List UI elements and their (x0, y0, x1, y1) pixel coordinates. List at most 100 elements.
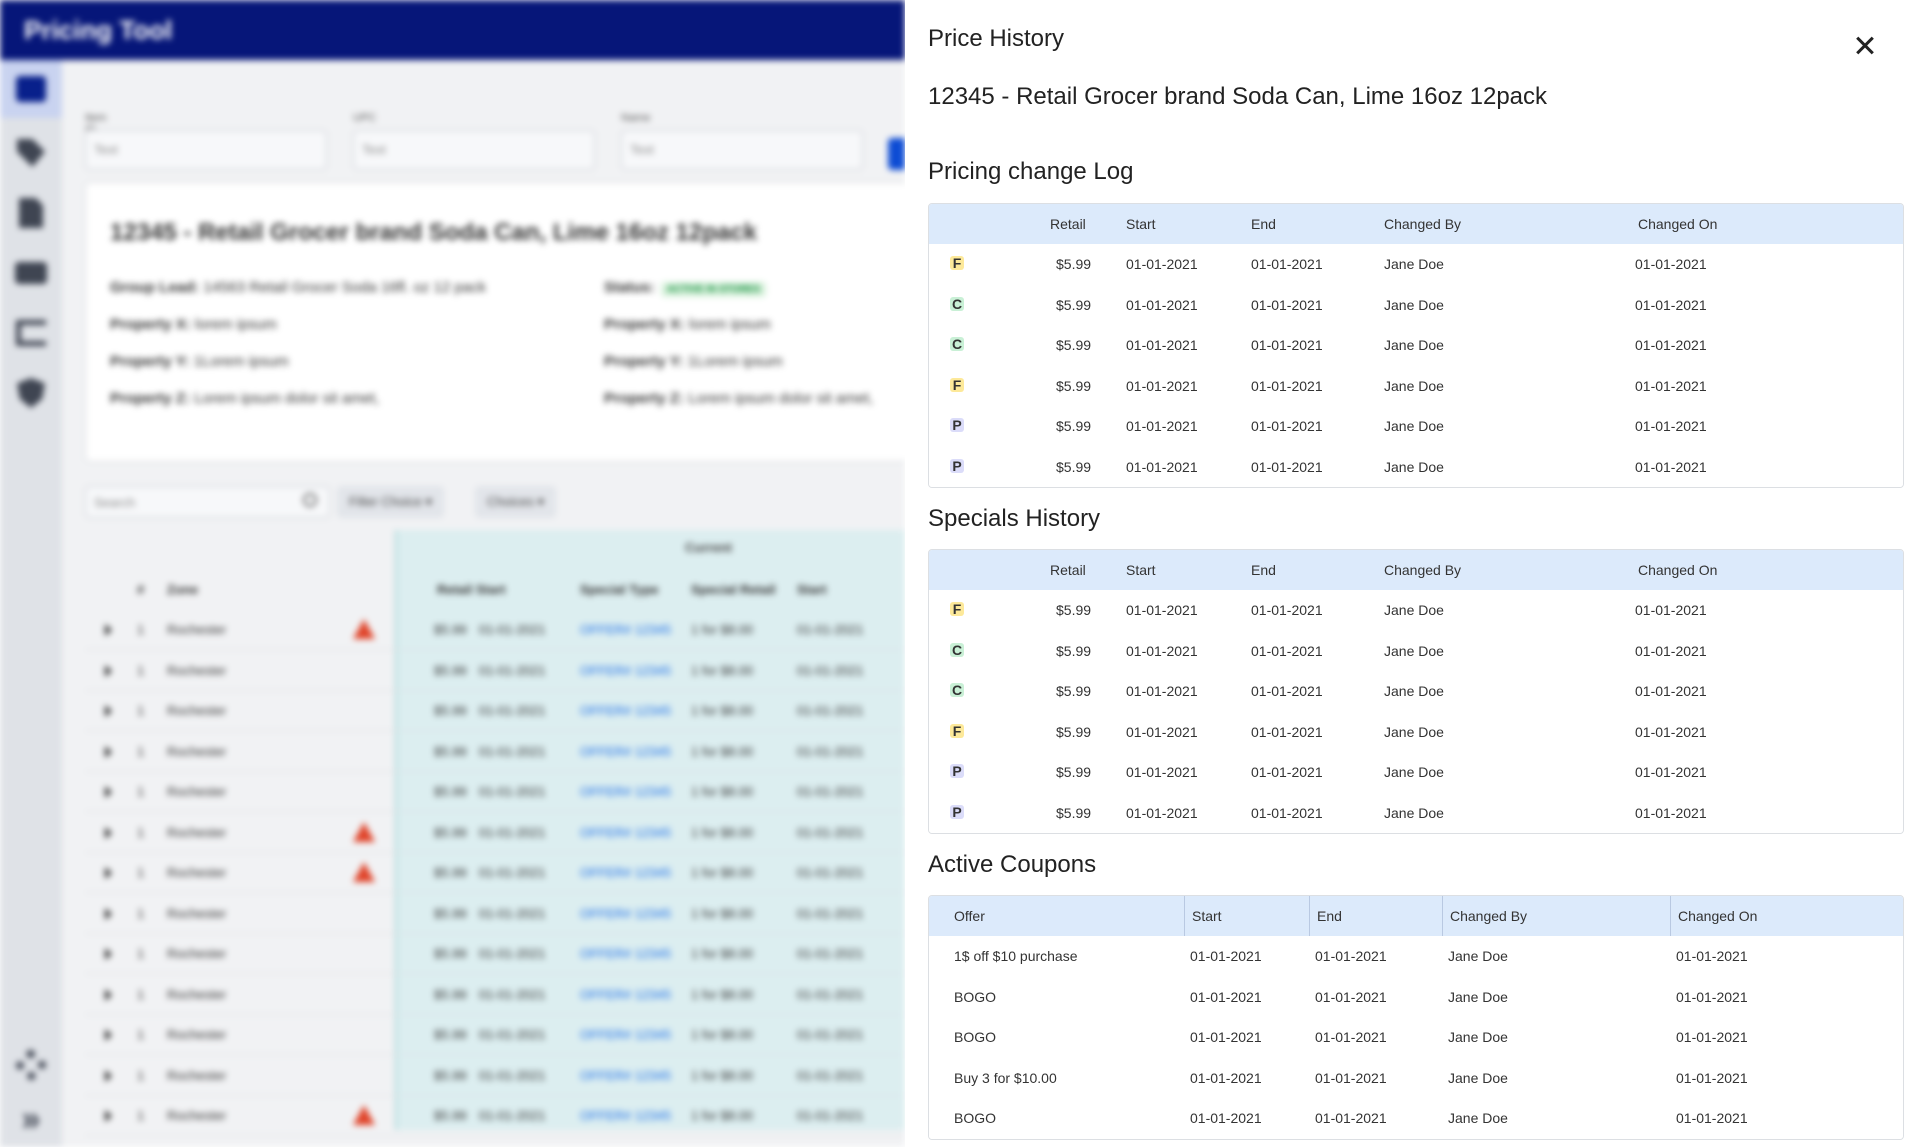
table-row[interactable]: 1 Rochester $5.99 01-01-2021 OFFER# 12345 1 f… (85, 934, 905, 974)
special-retail: 1 for $8.00 (691, 905, 754, 921)
end-date: 01-01-2021 (1251, 764, 1323, 780)
changed-on: 01-01-2021 (1635, 337, 1707, 353)
table-row[interactable]: 1 Rochester $5.99 01-01-2021 OFFER# 12345 1 f… (85, 1056, 905, 1096)
table-row[interactable]: 1 Rochester $5.99 01-01-2021 OFFER# 12345 1 f… (85, 975, 905, 1015)
special-type-link[interactable]: OFFER# 12345 (580, 906, 671, 921)
end-date: 01-01-2021 (1315, 988, 1387, 1005)
zone-name: Rochester (167, 1027, 227, 1042)
expand-caret-icon[interactable] (105, 1069, 112, 1082)
search-submit-button[interactable] (888, 138, 905, 170)
changed-by: Jane Doe (1384, 256, 1444, 272)
special-type-link[interactable]: OFFER# 12345 (580, 784, 671, 799)
settings-gear-icon[interactable] (0, 1036, 62, 1094)
prop-label: Group Lead: (110, 279, 200, 296)
history-row: C $5.99 01-01-2021 01-01-2021 Jane Doe 01-01-… (929, 630, 1903, 671)
changed-on: 01-01-2021 (1635, 602, 1707, 618)
price-type-badge: P (950, 804, 964, 819)
grid-search-input[interactable]: Search (85, 486, 330, 518)
prop-y-right: Property Y: 1Lorem ipsum (604, 353, 783, 370)
nav-tag-icon[interactable] (0, 124, 62, 182)
close-icon[interactable] (1851, 32, 1879, 60)
changed-by: Jane Doe (1384, 764, 1444, 780)
name-input[interactable]: Text (621, 130, 863, 170)
table-row[interactable]: 1 Rochester $5.99 01-01-2021 OFFER# 12345 1 f… (85, 853, 905, 893)
expand-caret-icon[interactable] (105, 705, 112, 717)
offer-name: BOGO (954, 1029, 997, 1045)
nav-cash-icon[interactable] (0, 244, 62, 302)
start-date: 01-01-2021 (1126, 642, 1198, 659)
table-row[interactable]: 1 Rochester $5.99 01-01-2021 OFFER# 12345 1 f… (85, 772, 905, 812)
price-type-badge: C (950, 295, 964, 312)
current-group-label: Current (685, 540, 732, 555)
table-row[interactable]: 1 Rochester $5.99 01-01-2021 OFFER# 12345 1 f… (85, 1015, 905, 1055)
prop-status: Status: ACTIVE IN STORES (604, 279, 767, 297)
expand-caret-icon[interactable] (105, 624, 112, 636)
expand-caret-icon[interactable] (105, 826, 112, 839)
price-type-badge: F (950, 602, 964, 616)
special-type-link[interactable]: OFFER# 12345 (580, 622, 671, 637)
nav-pricing-icon[interactable] (0, 60, 62, 118)
table-row[interactable]: 1 Rochester $5.99 01-01-2021 OFFER# 12345 1 f… (85, 732, 905, 772)
table-row[interactable]: 1 Rochester $5.99 01-01-2021 OFFER# 12345 1 f… (85, 1096, 905, 1136)
special-type-link[interactable]: OFFER# 12345 (580, 825, 671, 840)
changed-on: 01-01-2021 (1676, 1069, 1748, 1086)
special-type-link[interactable]: OFFER# 12345 (580, 1108, 671, 1123)
upc-input[interactable]: Text (353, 130, 595, 170)
start-date: 01-01-2021 (1126, 723, 1198, 740)
col-header-zone: Zone (167, 582, 199, 597)
expand-caret-icon[interactable] (105, 948, 112, 960)
end-date: 01-01-2021 (1251, 418, 1323, 434)
special-type-link[interactable]: OFFER# 12345 (580, 663, 671, 678)
expand-caret-icon[interactable] (105, 867, 112, 879)
item-id-input[interactable]: Text (85, 130, 327, 170)
filter-choice-dropdown[interactable]: Filter Choice ▾ (337, 486, 445, 518)
expand-caret-icon[interactable] (105, 1110, 112, 1122)
prop-value: Lorem ipsum dolor sit amet, (688, 390, 874, 407)
row-number: 1 (137, 865, 145, 880)
special-type-link[interactable]: OFFER# 12345 (580, 987, 671, 1002)
prop-value: lorem ipsum (195, 316, 277, 333)
table-row[interactable]: 1 Rochester $5.99 01-01-2021 OFFER# 12345 1 f… (85, 651, 905, 691)
header-changed-on: Changed On (1638, 216, 1718, 232)
header-offer: Offer (954, 908, 985, 924)
table-row[interactable]: 1 Rochester $5.99 01-01-2021 OFFER# 12345 1 f… (85, 691, 905, 731)
special-type-link[interactable]: OFFER# 12345 (580, 946, 671, 961)
header-changed-on: Changed On (1678, 908, 1758, 924)
table-row[interactable]: 1 Rochester $5.99 01-01-2021 OFFER# 12345 1 f… (85, 894, 905, 934)
start-date: 01-01-2021 (479, 1067, 546, 1083)
special-type-link[interactable]: OFFER# 12345 (580, 1027, 671, 1042)
special-type-link[interactable]: OFFER# 12345 (580, 1068, 671, 1083)
changed-by: Jane Doe (1384, 804, 1444, 821)
expand-caret-icon[interactable] (105, 786, 112, 798)
expand-caret-icon[interactable] (105, 1029, 112, 1041)
prop-label: Property Z: (110, 390, 191, 407)
offer-name: 1$ off $10 purchase (954, 948, 1078, 964)
choices-dropdown[interactable]: Choices ▾ (475, 486, 557, 518)
prop-value: 14563 Retail Grocer Soda 16fl. oz 12 pac… (203, 279, 487, 296)
expand-chevrons-icon[interactable]: » (0, 1090, 62, 1147)
special-type-link[interactable]: OFFER# 12345 (580, 865, 671, 880)
history-row: P $5.99 01-01-2021 01-01-2021 Jane Doe 01-01-… (929, 792, 1903, 833)
special-type-link[interactable]: OFFER# 12345 (580, 744, 671, 759)
col-header-num: # (137, 582, 145, 597)
special-retail: 1 for $8.00 (691, 824, 754, 840)
table-row[interactable]: 1 Rochester $5.99 01-01-2021 OFFER# 12345 1 f… (85, 813, 905, 853)
nav-shield-user-icon[interactable] (0, 364, 62, 422)
expand-caret-icon[interactable] (105, 988, 112, 1001)
expand-caret-icon[interactable] (105, 664, 112, 677)
price-type-badge: F (950, 377, 964, 392)
end-date: 01-01-2021 (1251, 256, 1323, 272)
expand-caret-icon[interactable] (105, 907, 112, 920)
start-date-2: 01-01-2021 (797, 1027, 864, 1042)
prop-value: 1Lorem ipsum (687, 353, 783, 370)
expand-caret-icon[interactable] (105, 745, 112, 758)
changed-on: 01-01-2021 (1676, 988, 1748, 1005)
table-row[interactable]: 1 Rochester $5.99 01-01-2021 OFFER# 12345 1 f… (85, 610, 905, 650)
header-start: Start (1192, 908, 1222, 924)
nav-document-icon[interactable] (0, 184, 62, 242)
price-type-badge: F (950, 256, 964, 270)
changed-on: 01-01-2021 (1635, 256, 1707, 272)
start-date-2: 01-01-2021 (797, 986, 864, 1002)
special-type-link[interactable]: OFFER# 12345 (580, 703, 671, 718)
nav-hierarchy-icon[interactable] (0, 304, 62, 362)
